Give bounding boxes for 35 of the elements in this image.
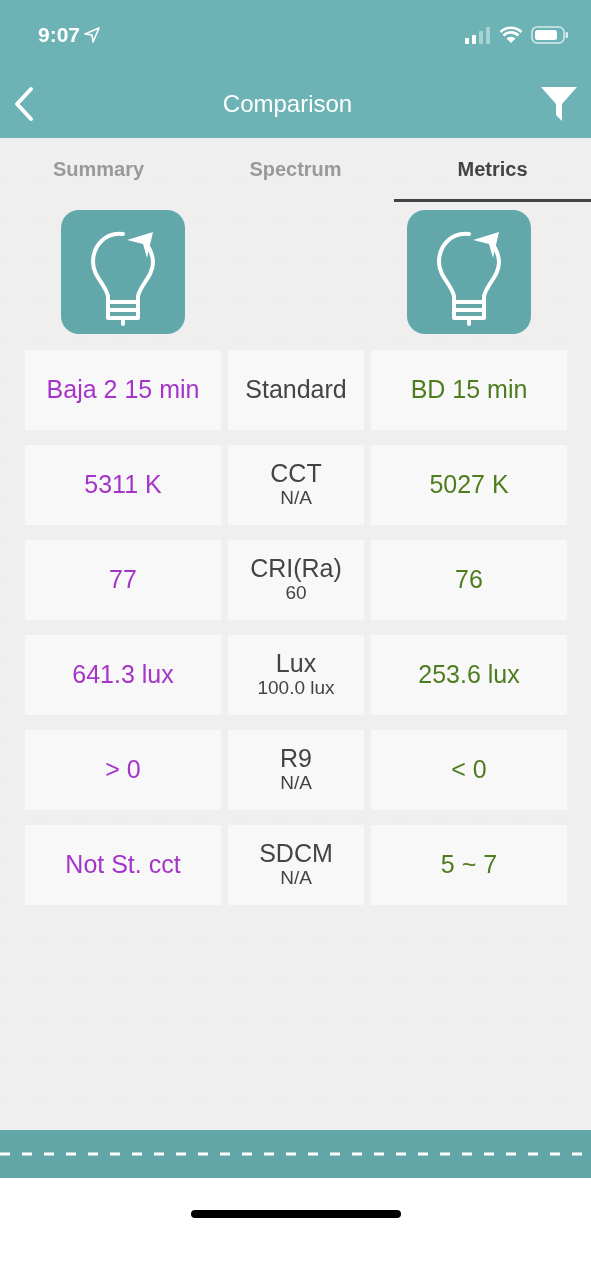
metric-label: CCT — [270, 459, 322, 488]
column-heading: Standard — [245, 376, 347, 404]
tab[interactable]: Spectrum — [197, 138, 394, 202]
lamp-name: BD 15 min — [410, 374, 528, 406]
metric-value: 641.3 lux — [72, 659, 174, 691]
metric-value: < 0 — [451, 754, 487, 786]
status-time: 9:07 — [38, 22, 81, 49]
metric-value: 77 — [109, 564, 137, 596]
metric-label: CRI(Ra) — [250, 554, 342, 583]
metric-value: 5027 K — [429, 469, 509, 501]
standard-value: N/A — [280, 867, 312, 891]
tab[interactable]: Summary — [0, 138, 197, 202]
metric-value: 253.6 lux — [418, 659, 520, 691]
metric-value: Not St. cct — [65, 849, 181, 881]
standard-value: 60 — [285, 582, 307, 606]
signal-icon — [465, 26, 491, 44]
metric-label: R9 — [280, 744, 312, 773]
metric-value: 5 ~ 7 — [440, 849, 498, 881]
metric-value: > 0 — [105, 754, 141, 786]
bulb-icon — [407, 210, 531, 334]
location-icon — [84, 27, 101, 43]
battery-icon — [531, 26, 569, 44]
metric-label: Lux — [275, 649, 317, 678]
metric-value: 76 — [455, 564, 483, 596]
bulb-icon — [61, 210, 185, 334]
standard-value: 100.0 lux — [257, 677, 335, 701]
standard-value: N/A — [280, 487, 312, 511]
wifi-icon — [499, 26, 523, 44]
lamp-name: Baja 2 15 min — [46, 374, 200, 406]
metric-value: 5311 K — [84, 469, 162, 501]
tab[interactable]: Metrics — [394, 138, 591, 202]
screen-title: Comparison — [222, 89, 353, 119]
metric-label: SDCM — [259, 839, 333, 868]
back-button[interactable] — [12, 86, 36, 122]
standard-value: N/A — [280, 772, 312, 796]
